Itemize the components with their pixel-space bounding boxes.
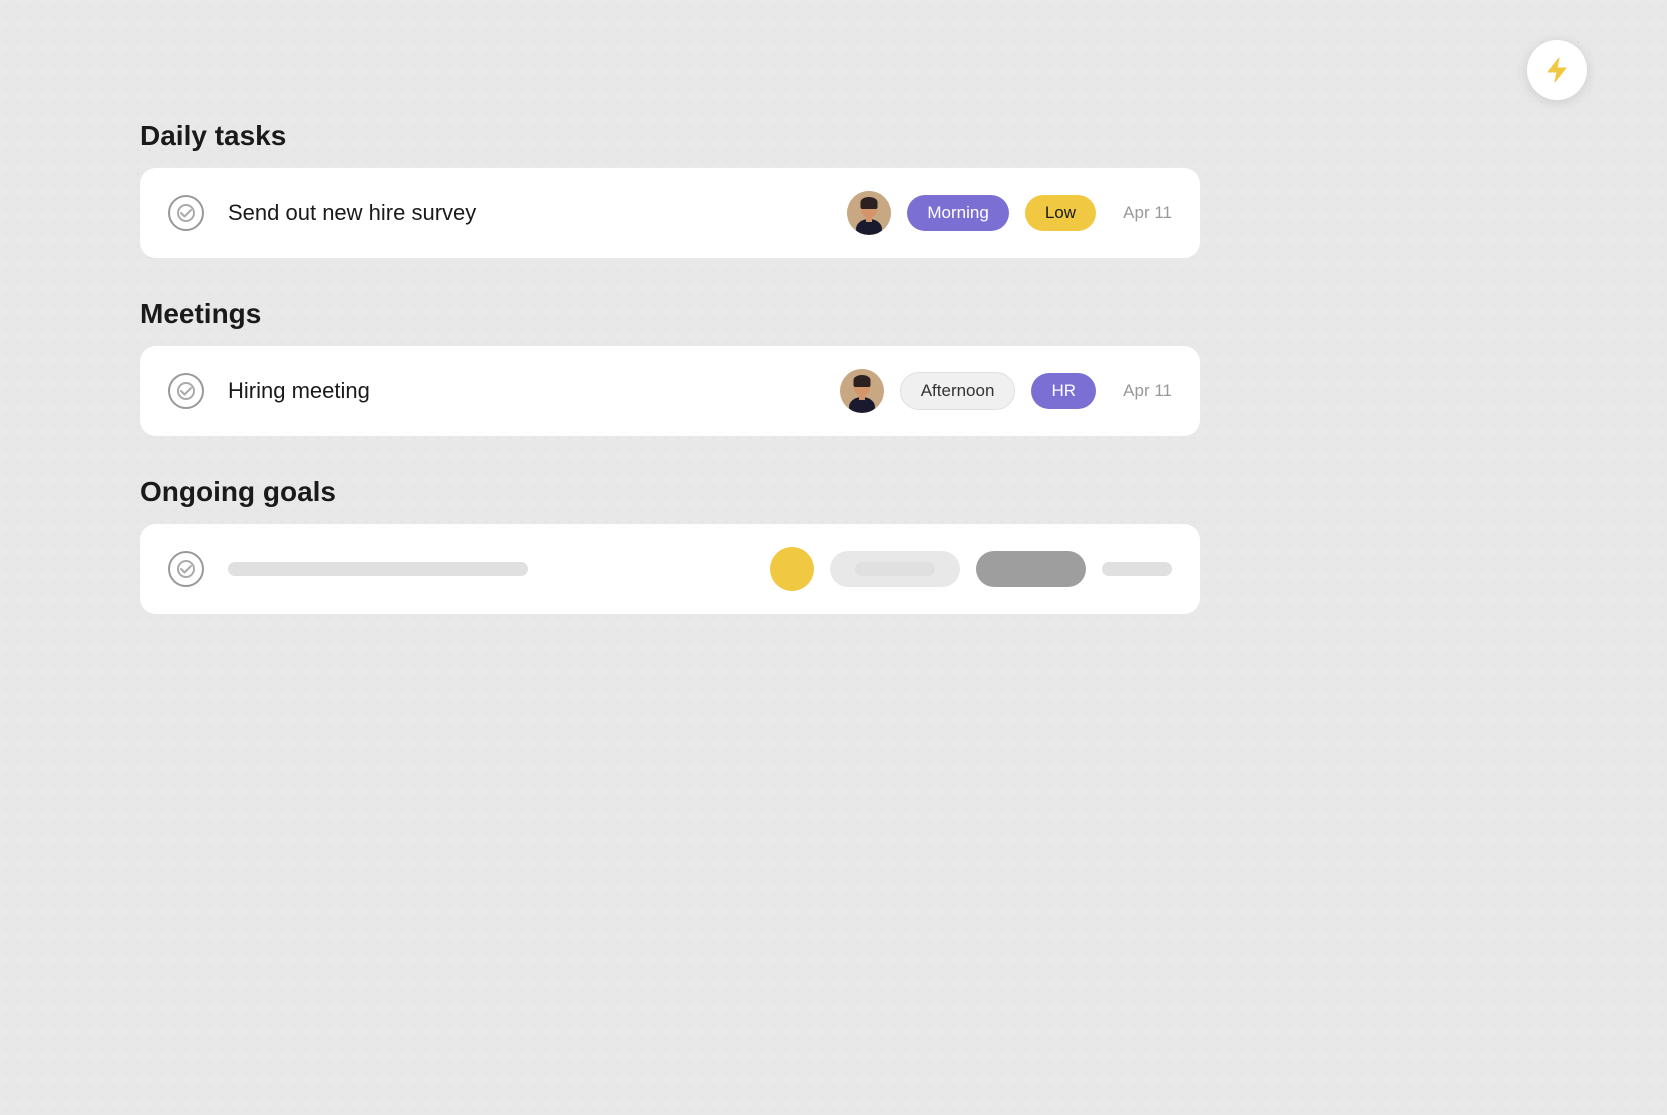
category-tag-1[interactable]: HR	[1031, 373, 1096, 409]
ongoing-goals-title: Ongoing goals	[140, 476, 1200, 508]
date-label-1: Apr 11	[1112, 203, 1172, 223]
goal-avatar-1	[770, 547, 814, 591]
meetings-title: Meetings	[140, 298, 1200, 330]
goal-time-bar	[855, 562, 935, 576]
meetings-section: Meetings Hiring meeting	[140, 298, 1200, 436]
meeting-card-1[interactable]: Hiring meeting	[140, 346, 1200, 436]
avatar-image-1	[847, 191, 891, 235]
priority-tag-1[interactable]: Low	[1025, 195, 1096, 231]
meeting-checkbox-1[interactable]	[168, 373, 204, 409]
main-content: Daily tasks Send out new hire survey	[140, 120, 1200, 654]
task-avatar-1	[847, 191, 891, 235]
ongoing-goals-section: Ongoing goals	[140, 476, 1200, 614]
meeting-meta-1: Afternoon HR Apr 11	[840, 369, 1172, 413]
task-title-1: Send out new hire survey	[228, 200, 847, 226]
goal-meta-1	[770, 547, 1172, 591]
bolt-icon	[1545, 56, 1569, 84]
task-card-1[interactable]: Send out new hire survey	[140, 168, 1200, 258]
goal-category-placeholder	[976, 551, 1086, 587]
time-tag-1[interactable]: Morning	[907, 195, 1008, 231]
date-label-2: Apr 11	[1112, 381, 1172, 401]
goal-checkbox-1[interactable]	[168, 551, 204, 587]
daily-tasks-section: Daily tasks Send out new hire survey	[140, 120, 1200, 258]
avatar-image-2	[840, 369, 884, 413]
goal-card-1[interactable]	[140, 524, 1200, 614]
check-icon-1	[177, 204, 195, 222]
time-tag-2[interactable]: Afternoon	[900, 372, 1016, 410]
task-checkbox-1[interactable]	[168, 195, 204, 231]
quick-actions-button[interactable]	[1527, 40, 1587, 100]
meeting-avatar-1	[840, 369, 884, 413]
goal-time-placeholder	[830, 551, 960, 587]
goal-date-placeholder	[1102, 562, 1172, 576]
check-icon-3	[177, 560, 195, 578]
check-icon-2	[177, 382, 195, 400]
goal-title-placeholder	[228, 562, 528, 576]
daily-tasks-title: Daily tasks	[140, 120, 1200, 152]
meeting-title-1: Hiring meeting	[228, 378, 840, 404]
task-meta-1: Morning Low Apr 11	[847, 191, 1172, 235]
